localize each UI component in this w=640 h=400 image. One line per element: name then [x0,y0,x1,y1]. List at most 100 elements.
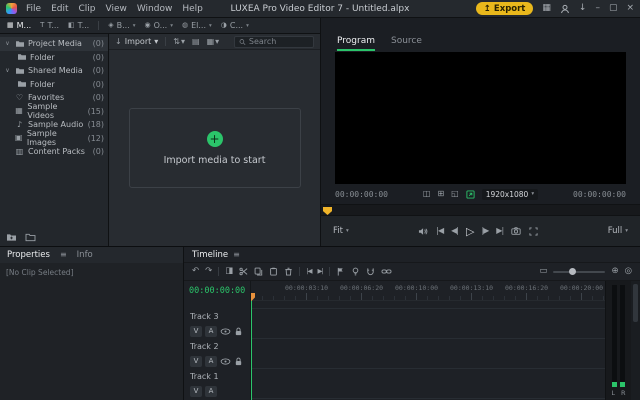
tab-color[interactable]: ◑ C... ▾ [221,21,249,30]
menu-file[interactable]: File [26,4,41,14]
grid-overlay-icon[interactable]: ⊞ [437,190,444,198]
scale-indicator-icon[interactable] [466,190,475,199]
tree-item-sample-images[interactable]: ▣ Sample Images (12) [0,132,108,146]
tab-text[interactable]: T T... [40,21,59,30]
track-lock-icon[interactable] [234,357,243,366]
track-lock-icon[interactable] [234,327,243,336]
export-button[interactable]: ↥ Export [476,2,534,15]
zoom-in-button[interactable]: ⊕ [611,267,618,276]
sort-button[interactable]: ⇅ ▾ [173,38,185,46]
video-preview[interactable] [335,52,626,184]
delete-button[interactable] [284,267,293,276]
tree-item-project-media[interactable]: ∨ Project Media (0) [0,37,108,51]
playhead-line[interactable] [251,293,252,400]
close-button[interactable]: × [626,4,634,13]
collapse-icon[interactable]: ∨ [4,68,11,74]
track-audio-toggle[interactable]: A [205,356,217,367]
track-lane-1[interactable] [251,369,605,399]
zoom-slider-handle[interactable] [569,268,576,275]
undo-button[interactable]: ↶ [192,267,199,276]
track-name[interactable]: Track 1 [190,369,250,383]
prev-edit-button[interactable]: |◀ [306,268,311,275]
tab-overlays[interactable]: ◉ O... ▾ [145,21,173,30]
track-visibility-icon[interactable] [220,358,231,365]
tab-elements[interactable]: ◍ El... ▾ [182,21,212,30]
track-name[interactable]: Track 2 [190,339,250,353]
tree-item-sample-videos[interactable]: ▦ Sample Videos (15) [0,105,108,119]
track-audio-toggle[interactable]: A [205,386,217,397]
speaker-icon[interactable] [418,227,428,236]
menu-window[interactable]: Window [137,4,173,14]
tab-properties[interactable]: Properties [7,250,50,260]
fullscreen-button[interactable] [529,227,538,236]
add-marker-button[interactable] [336,267,345,276]
menu-view[interactable]: View [106,4,127,14]
app-logo-icon[interactable] [6,3,17,14]
zoom-fit-dropdown[interactable]: Fit ▾ [333,226,349,236]
goto-out-button[interactable]: ▶| [496,227,503,235]
folder-button[interactable] [25,233,36,242]
tab-source[interactable]: Source [391,36,422,46]
minimize-button[interactable]: – [595,4,600,13]
split-button[interactable] [239,267,248,276]
menu-help[interactable]: Help [182,4,203,14]
track-visibility-icon[interactable] [220,328,231,335]
panel-menu-icon[interactable]: ≡ [233,251,240,259]
tree-item-content-packs[interactable]: ▥ Content Packs (0) [0,145,108,159]
next-frame-button[interactable]: |▶ [481,227,488,235]
search-input[interactable] [249,37,309,46]
grid-view-button[interactable]: ▦ ▾ [207,38,220,46]
timeline-vertical-scrollbar[interactable] [631,281,640,400]
tree-item-shared-media[interactable]: ∨ Shared Media (0) [0,64,108,78]
collapse-icon[interactable]: ∨ [4,41,11,47]
link-clips-button[interactable] [381,268,392,275]
tab-program[interactable]: Program [337,36,375,46]
prev-frame-button[interactable]: ◀| [451,227,458,235]
tab-info[interactable]: Info [77,250,93,260]
menu-clip[interactable]: Clip [79,4,96,14]
timeline-lanes[interactable]: 00:00:03:10 00:00:06:20 00:00:10:00 00:0… [251,281,605,400]
import-button[interactable]: ↓ Import ▾ [115,37,158,46]
snap-magnet-button[interactable] [366,267,375,276]
crop-guide-icon[interactable]: ◱ [451,190,459,198]
menu-edit[interactable]: Edit [51,4,68,14]
render-preview-icon[interactable] [351,267,360,276]
monitor-scrub-bar[interactable] [321,204,640,216]
tree-item-folder[interactable]: Folder (0) [0,78,108,92]
track-video-toggle[interactable]: V [190,356,202,367]
paste-button[interactable] [269,267,278,276]
resolution-badge[interactable]: 1920x1080 ▾ [482,189,538,200]
tab-behaviors[interactable]: ◈ B... ▾ [108,21,135,30]
track-video-toggle[interactable]: V [190,326,202,337]
track-lane-2[interactable] [251,339,605,369]
tab-media[interactable]: ▦ M... [7,21,31,30]
zoom-slider[interactable] [553,271,605,273]
tree-item-folder[interactable]: Folder (0) [0,51,108,65]
timeline-ruler[interactable]: 00:00:03:10 00:00:06:20 00:00:10:00 00:0… [251,281,605,301]
insert-clip-button[interactable]: ◨ [225,267,233,276]
safe-area-icon[interactable]: ◫ [423,190,431,198]
timeline-options-button[interactable]: ◎ [625,267,632,276]
play-button[interactable]: ▷ [466,226,473,237]
track-name[interactable]: Track 3 [190,309,250,323]
maximize-button[interactable]: ▢ [609,4,618,13]
fit-timeline-button[interactable]: ▭ [539,267,547,276]
scrollbar-thumb[interactable] [633,284,638,322]
playback-quality-dropdown[interactable]: Full ▾ [608,226,628,236]
goto-in-button[interactable]: |◀ [436,227,443,235]
copy-button[interactable] [254,267,263,276]
tab-transitions[interactable]: ◧ T... [68,21,89,30]
panel-menu-icon[interactable]: ≡ [60,251,67,259]
track-video-toggle[interactable]: V [190,386,202,397]
layout-icon[interactable]: ▦ [542,4,551,13]
track-lane-3[interactable] [251,309,605,339]
list-view-button[interactable]: ▤ [192,38,200,46]
redo-button[interactable]: ↷ [205,267,212,276]
scrub-playhead-marker[interactable] [323,207,332,215]
next-edit-button[interactable]: ▶| [317,268,322,275]
new-folder-button[interactable] [6,233,17,242]
download-icon[interactable]: ↓ [579,4,587,13]
import-dropzone[interactable]: + Import media to start [129,108,301,188]
snapshot-button[interactable] [511,227,521,235]
track-audio-toggle[interactable]: A [205,326,217,337]
